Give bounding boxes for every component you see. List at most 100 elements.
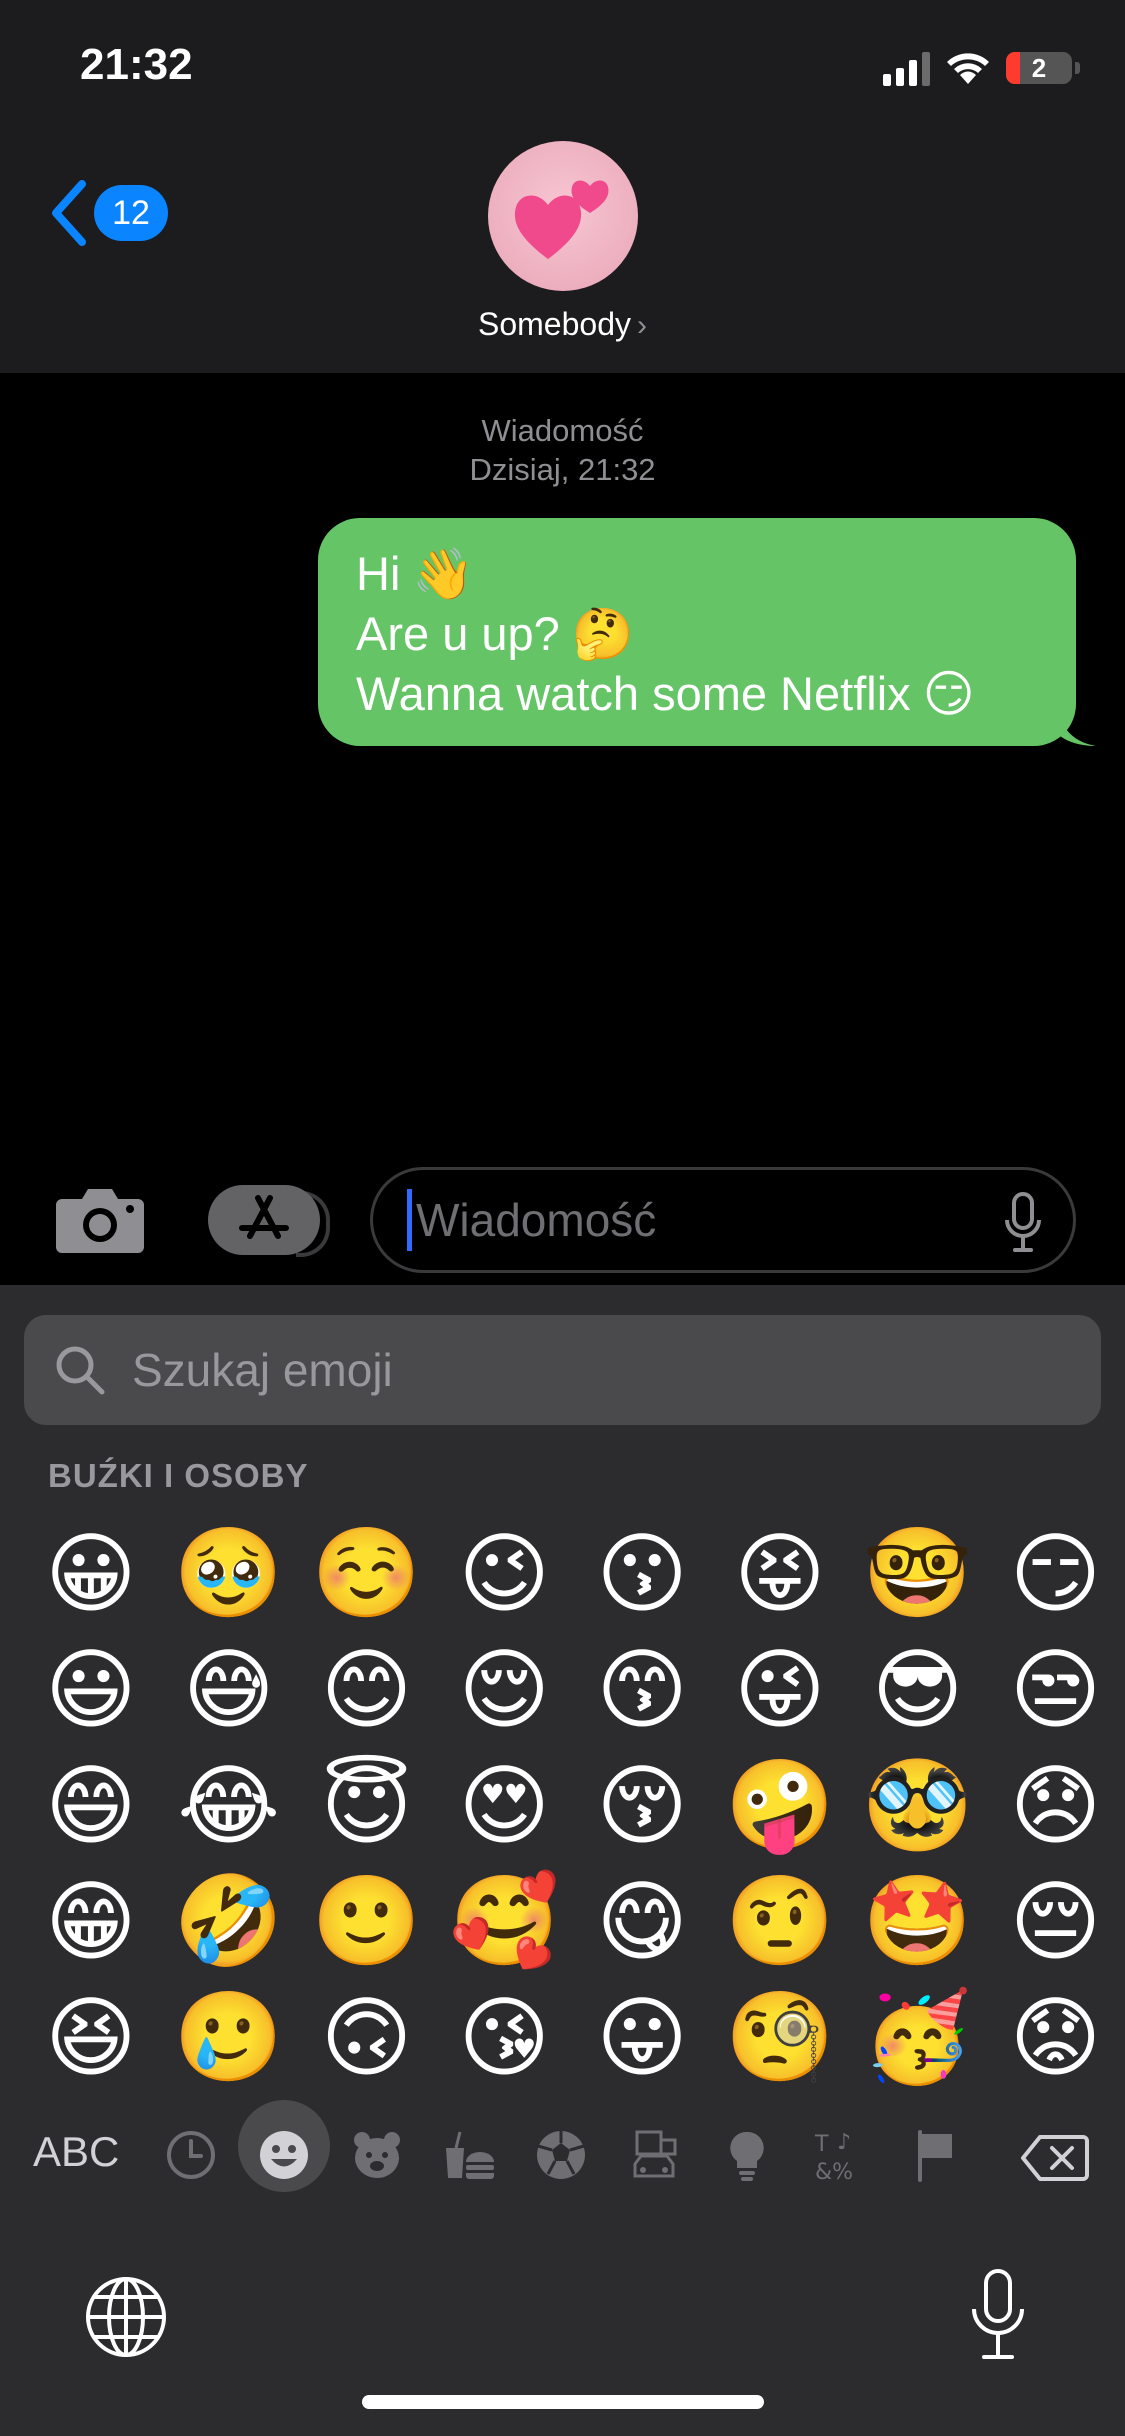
smirking-face-emoji: 😏 xyxy=(922,666,975,722)
emoji-search-input[interactable] xyxy=(130,1342,1034,1398)
emoji-key[interactable]: 🥸 xyxy=(849,1747,987,1863)
cellular-signal-icon xyxy=(883,50,930,86)
objects-icon[interactable] xyxy=(718,2126,776,2184)
microphone-icon xyxy=(972,2269,1024,2359)
battery-level: 2 xyxy=(1031,52,1047,83)
svg-text:♪: ♪ xyxy=(837,2130,851,2155)
delete-key[interactable] xyxy=(1020,2134,1090,2182)
emoji-key[interactable]: 🤪 xyxy=(711,1747,849,1863)
emoji-grid: 😀 🥹 ☺️ 😉 😗 😝 🤓 😏 😃 😅 😊 😌 😙 😜 😎 😒 😄 😂 😇 😍 😚 🤪 🥸 😞 😁 🤣 🙂 🥰 😋 🤨 🤩 😔 😆 🥲 🙃 😘 😛 🧐 🥳… xyxy=(22,1515,1107,2095)
search-icon xyxy=(56,1346,105,1395)
emoji-key[interactable]: 😊 xyxy=(298,1631,436,1747)
text-cursor xyxy=(407,1189,412,1251)
contact-name: Somebody xyxy=(478,306,631,342)
emoji-key[interactable]: 😌 xyxy=(435,1631,573,1747)
dictation-key[interactable] xyxy=(970,2269,1026,2361)
emoji-key[interactable]: 😙 xyxy=(573,1631,711,1747)
emoji-key[interactable]: 😚 xyxy=(573,1747,711,1863)
emoji-key[interactable]: 🥹 xyxy=(160,1515,298,1631)
message-text: Wanna watch some Netflix xyxy=(356,667,911,720)
emoji-key[interactable]: 😁 xyxy=(22,1863,160,1979)
emoji-key[interactable]: 😝 xyxy=(711,1515,849,1631)
waving-hand-emoji: 👋 xyxy=(412,546,475,602)
globe-icon xyxy=(86,2277,166,2357)
two-hearts-icon xyxy=(514,180,609,259)
app-store-icon xyxy=(239,1195,289,1239)
emoji-key[interactable]: 🙂 xyxy=(298,1863,436,1979)
message-line: Wanna watch some Netflix 😏 xyxy=(356,664,1038,724)
emoji-key[interactable]: 😏 xyxy=(987,1515,1125,1631)
home-indicator xyxy=(362,2395,764,2409)
chevron-right-icon: › xyxy=(636,309,647,342)
emoji-key[interactable]: 😗 xyxy=(573,1515,711,1631)
message-input-field[interactable] xyxy=(370,1167,1076,1273)
emoji-key[interactable]: ☺️ xyxy=(298,1515,436,1631)
status-indicators: 2 xyxy=(883,46,1080,90)
emoji-key[interactable]: 😘 xyxy=(435,1979,573,2095)
battery-icon: 2 xyxy=(1006,52,1072,84)
emoji-key[interactable]: 🥳 xyxy=(849,1979,987,2095)
emoji-key[interactable]: 😟 xyxy=(987,1979,1125,2095)
app-store-button[interactable] xyxy=(208,1185,320,1255)
chevron-left-icon xyxy=(52,180,86,246)
emoji-key[interactable]: 😋 xyxy=(573,1863,711,1979)
emoji-key[interactable]: 🧐 xyxy=(711,1979,849,2095)
emoji-key[interactable]: 😒 xyxy=(987,1631,1125,1747)
thinking-face-emoji: 🤔 xyxy=(571,606,635,662)
emoji-section-title: BUŹKI I OSOBY xyxy=(48,1457,309,1494)
emoji-key[interactable]: 😍 xyxy=(435,1747,573,1863)
message-text: Hi xyxy=(356,547,401,600)
camera-button[interactable] xyxy=(54,1185,146,1253)
emoji-key[interactable]: 😂 xyxy=(160,1747,298,1863)
emoji-key[interactable]: 😎 xyxy=(849,1631,987,1747)
emoji-key[interactable]: 😅 xyxy=(160,1631,298,1747)
wifi-icon xyxy=(947,53,989,84)
svg-text:T: T xyxy=(814,2132,829,2157)
microphone-icon[interactable] xyxy=(1003,1192,1043,1254)
emoji-category-bar: ABC T ♪ &% xyxy=(0,2100,1125,2220)
emoji-keyboard: BUŹKI I OSOBY 😀🥹☺️😉😗😝🤓😏😃😅😊😌😙😜😎😒😄😂😇😍😚🤪🥸😞😁… xyxy=(0,1285,1125,2436)
emoji-key[interactable]: 😀 xyxy=(22,1515,160,1631)
message-line: Are u up? 🤔 xyxy=(356,604,1038,664)
emoji-key[interactable]: 😃 xyxy=(22,1631,160,1747)
emoji-key[interactable]: 🤩 xyxy=(849,1863,987,1979)
emoji-key[interactable]: 🥰 xyxy=(435,1863,573,1979)
battery-nub xyxy=(1075,62,1080,74)
svg-text:&%: &% xyxy=(815,2160,853,2183)
emoji-key[interactable]: 🤨 xyxy=(711,1863,849,1979)
status-time: 21:32 xyxy=(80,40,193,89)
sent-message-bubble[interactable]: Hi 👋 Are u up? 🤔 Wanna watch some Netfli… xyxy=(318,518,1076,746)
back-button[interactable]: 12 xyxy=(50,180,168,246)
flags-icon[interactable] xyxy=(906,2126,964,2184)
message-timestamp: Dzisiaj, 21:32 xyxy=(469,452,656,487)
contact-name-button[interactable]: Somebody › xyxy=(0,306,1125,343)
emoji-search-field[interactable] xyxy=(24,1315,1101,1425)
activity-icon[interactable] xyxy=(532,2126,590,2184)
emoji-key[interactable]: 😆 xyxy=(22,1979,160,2095)
emoji-key[interactable]: 😞 xyxy=(987,1747,1125,1863)
emoji-key[interactable]: 😉 xyxy=(435,1515,573,1631)
avatar[interactable] xyxy=(488,141,638,291)
message-input[interactable] xyxy=(414,1192,978,1248)
smileys-icon[interactable] xyxy=(255,2126,313,2184)
bubble-tail xyxy=(1060,716,1096,746)
animals-icon[interactable] xyxy=(348,2126,406,2184)
emoji-key[interactable]: 😔 xyxy=(987,1863,1125,1979)
travel-icon[interactable] xyxy=(625,2126,683,2184)
backspace-icon xyxy=(1021,2135,1089,2181)
globe-key[interactable] xyxy=(84,2275,168,2359)
message-service-label: Wiadomość xyxy=(481,413,644,448)
emoji-key[interactable]: 🤓 xyxy=(849,1515,987,1631)
symbols-icon[interactable]: T ♪ &% xyxy=(812,2126,870,2184)
food-icon[interactable] xyxy=(440,2126,498,2184)
recent-icon[interactable] xyxy=(162,2126,220,2184)
emoji-key[interactable]: 🥲 xyxy=(160,1979,298,2095)
emoji-key[interactable]: 😛 xyxy=(573,1979,711,2095)
emoji-key[interactable]: 🤣 xyxy=(160,1863,298,1979)
emoji-key[interactable]: 😇 xyxy=(298,1747,436,1863)
emoji-key[interactable]: 🙃 xyxy=(298,1979,436,2095)
emoji-key[interactable]: 😜 xyxy=(711,1631,849,1747)
camera-icon xyxy=(56,1189,144,1253)
emoji-key[interactable]: 😄 xyxy=(22,1747,160,1863)
abc-key[interactable]: ABC xyxy=(33,2128,119,2176)
